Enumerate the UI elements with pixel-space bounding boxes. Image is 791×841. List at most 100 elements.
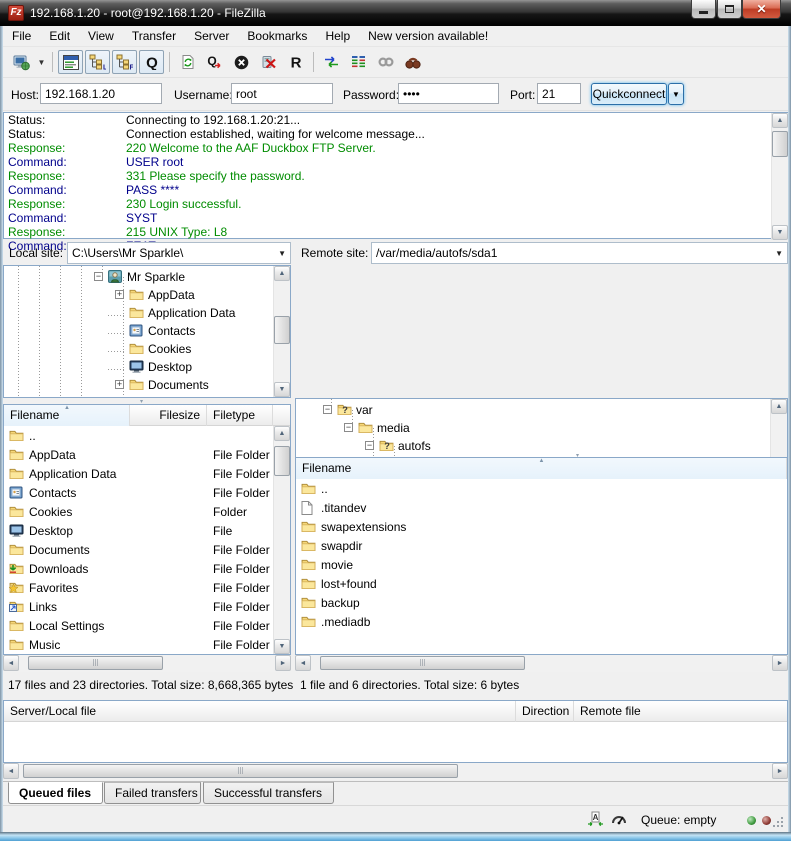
file-row-Downloads[interactable]: Downloads File Folder (4, 559, 290, 578)
queue-column-local[interactable]: Server/Local file (4, 701, 516, 722)
close-button[interactable]: ✕ (742, 0, 781, 19)
scrollbar-thumb[interactable]: ||| (320, 656, 525, 670)
column-header-filename[interactable]: Filename ▲ (296, 458, 787, 479)
tree-item-contacts[interactable]: Contacts (4, 322, 273, 340)
toggle-queue-button[interactable]: Q (139, 50, 164, 74)
scroll-up-button[interactable]: ▲ (771, 399, 787, 414)
transfer-type-icon[interactable]: A (587, 811, 604, 827)
scrollbar-thumb[interactable]: ||| (23, 764, 458, 778)
tree-expander[interactable]: − (94, 272, 103, 281)
password-input[interactable] (398, 83, 499, 104)
tab-successful-transfers[interactable]: Successful transfers (203, 782, 334, 804)
vertical-scrollbar[interactable]: ▲ ▼ (273, 426, 290, 654)
remote-site-combobox[interactable]: /var/media/autofs/sda1 ▼ (371, 242, 788, 264)
remote-file-list[interactable]: Filename ▲ .. .titandev swapextensions s… (295, 457, 788, 655)
tree-item-cookies[interactable]: Cookies (4, 340, 273, 358)
tree-item-var[interactable]: − ? var (296, 401, 770, 419)
resize-grip[interactable] (772, 816, 785, 829)
queue-column-direction[interactable]: Direction (516, 701, 574, 722)
menu-item-transfer[interactable]: Transfer (123, 27, 185, 45)
speed-limit-icon[interactable] (611, 812, 627, 826)
file-row-Cookies[interactable]: Cookies Folder (4, 502, 290, 521)
comparison-view-button[interactable] (346, 50, 371, 74)
local-file-list[interactable]: Filename ▲Filesize Filetype .. AppData F… (3, 404, 291, 655)
file-row--titandev[interactable]: .titandev (296, 498, 787, 517)
scrollbar-thumb[interactable] (274, 316, 290, 344)
scrollbar-thumb[interactable]: ||| (28, 656, 163, 670)
file-row-AppData[interactable]: AppData File Folder (4, 445, 290, 464)
host-input[interactable] (40, 83, 162, 104)
file-row-swapdir[interactable]: swapdir (296, 536, 787, 555)
column-header-filesize[interactable]: Filesize (130, 405, 207, 426)
file-row-Application-Data[interactable]: Application Data File Folder (4, 464, 290, 483)
chevron-down-icon[interactable]: ▼ (775, 249, 783, 258)
site-manager-dropdown[interactable]: ▼ (35, 50, 48, 74)
scroll-left-button[interactable]: ◄ (3, 763, 19, 779)
vertical-scrollbar[interactable]: ▲ ▼ (273, 266, 290, 397)
disconnect-button[interactable] (256, 50, 281, 74)
username-input[interactable] (231, 83, 333, 104)
scroll-down-button[interactable]: ▼ (274, 639, 290, 654)
tree-expander[interactable]: − (365, 441, 374, 450)
scrollbar-thumb[interactable] (772, 131, 788, 157)
file-row--[interactable]: .. (296, 479, 787, 498)
toggle-remote-tree-button[interactable]: F (112, 50, 137, 74)
file-row-lost-found[interactable]: lost+found (296, 574, 787, 593)
directory-comparison-button[interactable] (319, 50, 344, 74)
scroll-down-button[interactable]: ▼ (772, 225, 788, 240)
file-row-swapextensions[interactable]: swapextensions (296, 517, 787, 536)
menu-item-new-version-available[interactable]: New version available! (359, 27, 497, 45)
tree-item-application-data[interactable]: Application Data (4, 304, 273, 322)
tree-expander[interactable]: + (115, 380, 124, 389)
toggle-message-log-button[interactable] (58, 50, 83, 74)
tab-failed-transfers[interactable]: Failed transfers (104, 782, 201, 804)
refresh-button[interactable] (175, 50, 200, 74)
toggle-local-tree-button[interactable]: L (85, 50, 110, 74)
file-row--mediadb[interactable]: .mediadb (296, 612, 787, 631)
file-row-Documents[interactable]: Documents File Folder (4, 540, 290, 559)
tree-expander[interactable]: + (115, 290, 124, 299)
file-row-Links[interactable]: Links File Folder (4, 597, 290, 616)
local-site-combobox[interactable]: C:\Users\Mr Sparkle\ ▼ (67, 242, 291, 264)
remote-horizontal-scrollbar[interactable]: ◄ ||| ► (295, 655, 788, 672)
file-row-Music[interactable]: Music File Folder (4, 635, 290, 654)
port-input[interactable] (537, 83, 581, 104)
message-log[interactable]: Status:Connecting to 192.168.1.20:21... … (3, 112, 788, 239)
tree-expander[interactable]: − (323, 405, 332, 414)
scroll-right-button[interactable]: ► (772, 763, 788, 779)
scroll-up-button[interactable]: ▲ (772, 113, 788, 128)
quickconnect-dropdown-button[interactable]: ▼ (668, 83, 684, 105)
tree-item-mr-sparkle[interactable]: − Mr Sparkle (4, 268, 273, 286)
site-manager-button[interactable] (9, 50, 34, 74)
queue-horizontal-scrollbar[interactable]: ◄ ||| ► (3, 763, 788, 780)
scroll-left-button[interactable]: ◄ (3, 655, 19, 671)
file-row-Desktop[interactable]: Desktop File (4, 521, 290, 540)
scroll-up-button[interactable]: ▲ (274, 266, 290, 281)
scroll-right-button[interactable]: ► (772, 655, 788, 671)
cancel-button[interactable] (229, 50, 254, 74)
file-row-Favorites[interactable]: Favorites File Folder (4, 578, 290, 597)
file-row-Contacts[interactable]: Contacts File Folder (4, 483, 290, 502)
local-directory-tree[interactable]: − Mr Sparkle+ AppData Application Data C… (3, 265, 291, 398)
menu-item-edit[interactable]: Edit (40, 27, 79, 45)
file-row--[interactable]: .. (4, 426, 290, 445)
tree-expander[interactable]: − (344, 423, 353, 432)
menu-item-server[interactable]: Server (185, 27, 238, 45)
file-row-Local-Settings[interactable]: Local Settings File Folder (4, 616, 290, 635)
scrollbar-thumb[interactable] (274, 446, 290, 476)
tree-item-media[interactable]: − media (296, 419, 770, 437)
file-row-movie[interactable]: movie (296, 555, 787, 574)
scroll-up-button[interactable]: ▲ (274, 426, 290, 441)
process-queue-button[interactable]: Q (202, 50, 227, 74)
tree-item-autofs[interactable]: − ? autofs (296, 437, 770, 455)
scroll-down-button[interactable]: ▼ (274, 382, 290, 397)
scroll-right-button[interactable]: ► (275, 655, 291, 671)
scroll-left-button[interactable]: ◄ (295, 655, 311, 671)
menu-item-file[interactable]: File (3, 27, 40, 45)
local-horizontal-scrollbar[interactable]: ◄ ||| ► (3, 655, 291, 672)
vertical-scrollbar[interactable]: ▲ ▼ (771, 113, 788, 240)
tree-item-downloads[interactable]: + Downloads (4, 394, 273, 398)
file-row-backup[interactable]: backup (296, 593, 787, 612)
column-header-filetype[interactable]: Filetype (207, 405, 273, 426)
quickconnect-button[interactable]: Quickconnect (591, 83, 667, 105)
